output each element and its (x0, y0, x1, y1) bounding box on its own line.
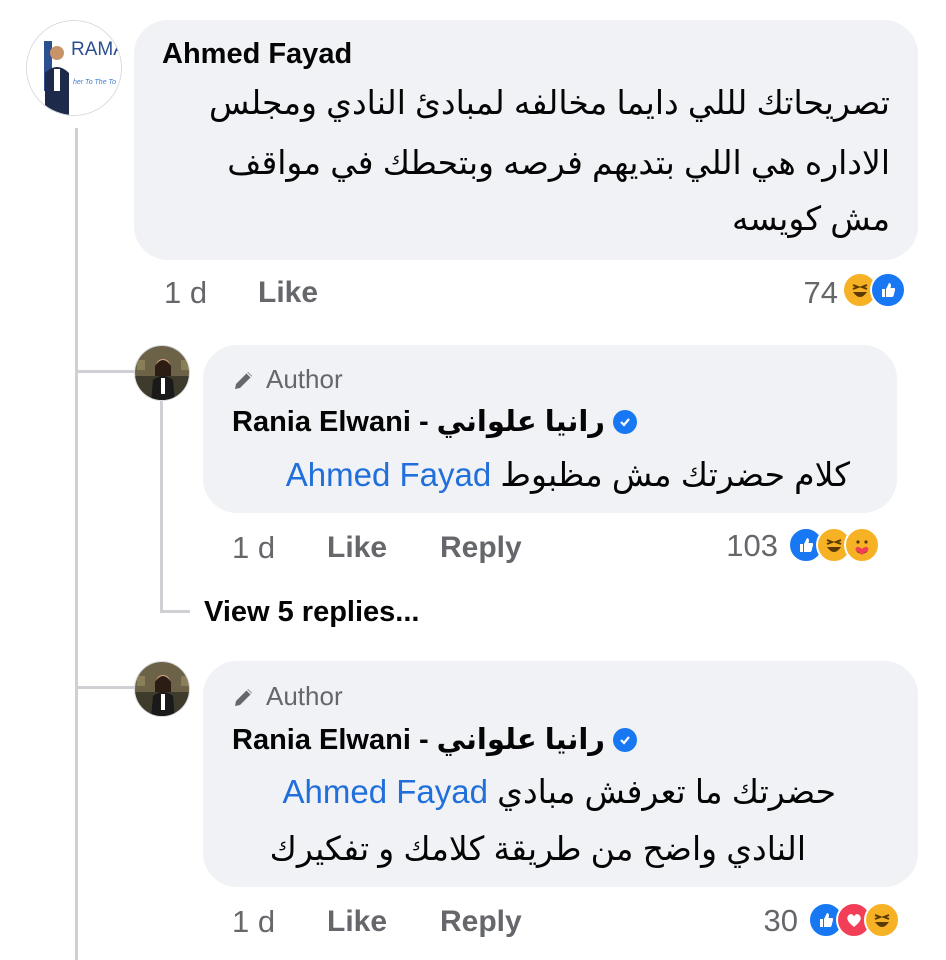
reply-2-reply-button[interactable]: Reply (440, 905, 522, 939)
verified-icon (612, 727, 637, 752)
author-badge-label: Author (266, 364, 343, 394)
thread-connector-view-replies (160, 610, 190, 613)
haha-icon (864, 902, 900, 938)
reply-1-author-name-text: Rania Elwani - رانيا علواني (232, 406, 605, 438)
comment-text-line-2: الاداره هي اللي بتديهم فرصه وبتحطك في مو… (227, 144, 890, 181)
reply-1-reactions[interactable] (788, 527, 880, 563)
reply-2-text-line-1: حضرتك ما تعرفش مبادي Ahmed Fayad (271, 765, 836, 818)
reply-2-author-badge: Author (232, 681, 343, 712)
thread-line-reply-1 (160, 400, 163, 610)
pencil-icon (235, 371, 252, 389)
comment-reaction-count[interactable]: 74 (804, 275, 838, 311)
comment-like-button[interactable]: Like (258, 276, 318, 310)
reply-1-text: كلام حضرتك مش مظبوط Ahmed Fayad (274, 448, 850, 501)
comment-text-line-1: تصريحاتك لللي دايما مخالفه لمبادئ النادي… (209, 84, 890, 121)
verified-icon (612, 409, 637, 434)
reply-2-avatar[interactable] (134, 661, 190, 717)
avatar-logo-text: RAMA (71, 39, 122, 60)
comment-timestamp[interactable]: 1 d (164, 275, 207, 311)
reply-2-reaction-count[interactable]: 30 (764, 903, 798, 939)
comment-reactions[interactable] (842, 272, 906, 308)
thread-line-main (75, 128, 78, 960)
reply-2-author-name[interactable]: Rania Elwani - رانيا علواني (232, 722, 637, 757)
avatar-image (135, 346, 189, 400)
reply-1-timestamp[interactable]: 1 d (232, 530, 275, 566)
reply-2-text-content-1: حضرتك ما تعرفش مبادي (497, 773, 836, 810)
care-icon (844, 527, 880, 563)
reply-1-reaction-count[interactable]: 103 (726, 528, 778, 564)
reply-2-reactions[interactable] (808, 902, 900, 938)
like-icon (870, 272, 906, 308)
author-badge-label: Author (266, 681, 343, 711)
reply-1-text-content: كلام حضرتك مش مظبوط (500, 456, 850, 493)
reply-1-author-badge: Author (232, 364, 343, 395)
reply-2-text-line-2: النادي واضح من طريقة كلامك و تفكيرك (269, 830, 806, 867)
reply-2-timestamp[interactable]: 1 d (232, 904, 275, 940)
reply-2-like-button[interactable]: Like (327, 905, 387, 939)
reply-1-avatar[interactable] (134, 345, 190, 401)
avatar-image (135, 662, 189, 716)
avatar-image (27, 21, 121, 115)
reply-1-mention[interactable]: Ahmed Fayad (286, 456, 491, 493)
reply-1-author-name[interactable]: Rania Elwani - رانيا علواني (232, 404, 637, 439)
comment-text-line-3: مش كويسه (732, 200, 890, 237)
avatar-logo-tagline: her To The To (73, 79, 117, 86)
reply-1-like-button[interactable]: Like (327, 531, 387, 565)
avatar[interactable]: RAMA her To The To (26, 20, 122, 116)
pencil-icon (235, 688, 252, 706)
thread-connector-reply-1 (75, 370, 135, 373)
view-replies-link[interactable]: View 5 replies... (204, 596, 419, 629)
reply-1-reply-button[interactable]: Reply (440, 531, 522, 565)
comment-author-name[interactable]: Ahmed Fayad (162, 38, 352, 71)
reply-2-mention[interactable]: Ahmed Fayad (283, 773, 488, 810)
reply-2-author-name-text: Rania Elwani - رانيا علواني (232, 724, 605, 756)
thread-connector-reply-2 (75, 686, 135, 689)
